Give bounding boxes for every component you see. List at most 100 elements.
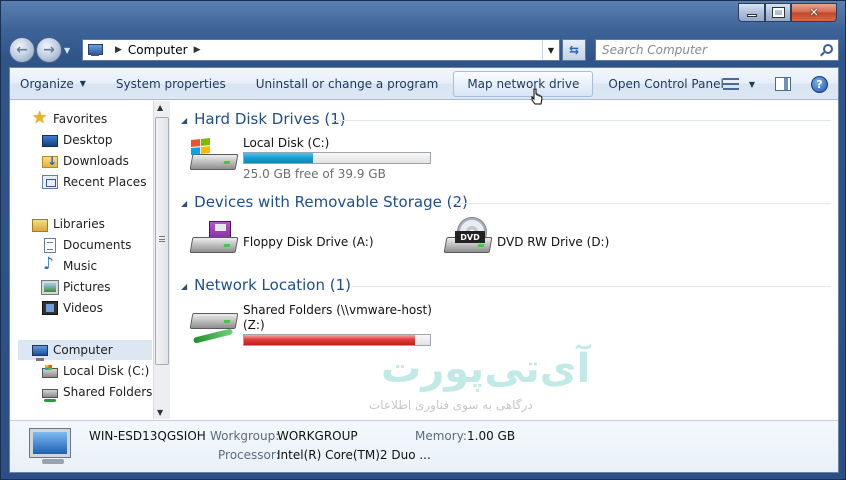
group-header-removable-storage[interactable]: ◢ Devices with Removable Storage (2) — [181, 192, 468, 212]
group-header-network-location[interactable]: ◢ Network Location (1) — [181, 275, 351, 295]
breadcrumb-chevron-icon[interactable]: ▶ — [194, 45, 201, 55]
sidebar-item-recent-places[interactable]: Recent Places — [42, 172, 146, 192]
close-button[interactable]: ✕ — [791, 3, 837, 22]
memory-label: Memory: — [415, 429, 467, 443]
recent-pages-dropdown[interactable]: ▼ — [64, 46, 70, 55]
downloads-folder-icon — [42, 154, 58, 168]
computer-icon — [32, 344, 48, 361]
breadcrumb-computer[interactable]: Computer — [128, 43, 188, 57]
system-properties-button[interactable]: System properties — [106, 71, 236, 97]
computer-icon — [29, 428, 74, 465]
details-pane: WIN-ESD13QGSIOH Workgroup: WORKGROUP Mem… — [10, 420, 838, 472]
navigation-pane: Favorites Desktop Downloads Recent Place… — [10, 101, 152, 419]
drive-dvd-d[interactable]: DVD DVD RW Drive (D:) — [443, 217, 683, 263]
sidebar-item-computer[interactable]: Computer — [18, 340, 152, 361]
sidebar-item-label: Music — [63, 259, 98, 273]
chevron-down-icon: ▼ — [79, 79, 86, 88]
sidebar-item-music[interactable]: Music — [42, 254, 98, 276]
drive-free-space: 25.0 GB free of 39.9 GB — [243, 167, 386, 181]
caption-buttons: ✕ — [738, 3, 837, 23]
mouse-pointer-icon — [531, 88, 543, 105]
sidebar-item-desktop[interactable]: Desktop — [42, 130, 113, 150]
drive-floppy-a[interactable]: Floppy Disk Drive (A:) — [189, 219, 429, 263]
sidebar-item-label: Documents — [63, 238, 132, 252]
close-icon: ✕ — [809, 6, 819, 19]
sidebar-item-downloads[interactable]: Downloads — [42, 151, 129, 171]
back-arrow-icon: ← — [16, 42, 28, 58]
group-divider — [451, 203, 831, 204]
group-divider — [351, 286, 831, 287]
hard-drive-icon — [189, 136, 239, 176]
organize-button[interactable]: Organize ▼ — [10, 71, 96, 97]
sidebar-item-shared-folders[interactable]: Shared Folders (\ — [42, 382, 152, 402]
drive-usage-fill — [244, 153, 314, 163]
group-header-hard-disk-drives[interactable]: ◢ Hard Disk Drives (1) — [181, 109, 346, 129]
sidebar-item-pictures[interactable]: Pictures — [41, 277, 111, 297]
content-frame: Organize ▼ System properties Uninstall o… — [9, 67, 839, 473]
collapse-triangle-icon: ◢ — [181, 115, 188, 125]
scrollbar-thumb[interactable] — [155, 117, 169, 365]
computer-name: WIN-ESD13QGSIOH — [89, 429, 206, 443]
dvd-drive-icon: DVD — [443, 217, 493, 259]
libraries-icon — [32, 218, 48, 232]
address-dropdown-button[interactable]: ▼ — [542, 40, 559, 60]
star-icon — [32, 108, 48, 128]
drive-usage-fill — [244, 335, 416, 345]
navigation-pane-scrollbar[interactable]: ▲ ▼ — [153, 101, 170, 419]
drive-name: DVD RW Drive (D:) — [497, 235, 610, 249]
open-control-panel-button[interactable]: Open Control Panel — [598, 71, 733, 97]
workgroup-label: Workgroup: — [210, 429, 280, 443]
group-title: Hard Disk Drives (1) — [194, 110, 346, 128]
maximize-button[interactable] — [765, 3, 791, 22]
minimize-button[interactable] — [738, 3, 765, 22]
network-cable-icon — [192, 328, 234, 344]
refresh-button[interactable]: ⇆ — [562, 39, 586, 61]
forward-button[interactable]: → — [36, 37, 62, 63]
map-network-drive-button[interactable]: Map network drive — [453, 70, 594, 97]
workgroup-value: WORKGROUP — [277, 429, 358, 443]
file-list: ◢ Hard Disk Drives (1) Local Disk (C:) 2… — [171, 101, 838, 419]
refresh-icon: ⇆ — [568, 43, 580, 57]
sidebar-item-libraries[interactable]: Libraries — [32, 214, 105, 234]
preview-pane-icon[interactable] — [775, 77, 791, 91]
sidebar-item-favorites[interactable]: Favorites — [32, 108, 108, 129]
command-bar: Organize ▼ System properties Uninstall o… — [10, 68, 838, 100]
sidebar-item-label: Desktop — [63, 133, 113, 147]
memory-value: 1.00 GB — [467, 429, 516, 443]
sidebar-item-local-disk[interactable]: Local Disk (C:) — [42, 361, 149, 381]
sidebar-item-videos[interactable]: Videos — [42, 298, 103, 318]
drive-shared-folders-z[interactable]: Shared Folders (\\vmware-host) (Z:) — [189, 303, 459, 353]
breadcrumb-chevron-icon[interactable]: ▶ — [115, 45, 122, 55]
uninstall-program-button[interactable]: Uninstall or change a program — [246, 71, 449, 97]
drive-name: Local Disk (C:) — [243, 136, 330, 150]
drive-local-disk-c[interactable]: Local Disk (C:) 25.0 GB free of 39.9 GB — [189, 136, 449, 181]
watermark-tagline: درگاهی به سوی فناوری اطلاعات — [369, 398, 533, 412]
sidebar-item-documents[interactable]: Documents — [42, 235, 131, 255]
drive-name: Shared Folders (\\vmware-host) — [243, 303, 432, 317]
desktop-icon — [42, 134, 58, 147]
change-view-icon[interactable] — [722, 78, 739, 90]
group-divider — [331, 120, 831, 121]
music-icon — [42, 254, 58, 274]
help-icon[interactable]: ? — [811, 75, 828, 93]
address-bar[interactable]: ▶ Computer ▶ ▼ — [82, 39, 560, 61]
drive-letter: (Z:) — [243, 318, 265, 332]
sidebar-item-label: Favorites — [53, 112, 108, 126]
search-icon[interactable] — [823, 44, 833, 54]
pictures-icon — [41, 279, 59, 295]
network-drive-icon — [42, 389, 58, 402]
sidebar-item-label: Libraries — [53, 217, 105, 231]
search-input[interactable]: Search Computer — [595, 39, 839, 61]
sidebar-item-label: Pictures — [63, 280, 111, 294]
scroll-up-icon[interactable]: ▲ — [157, 103, 163, 112]
scroll-down-icon[interactable]: ▼ — [157, 408, 163, 417]
view-options-dropdown[interactable]: ▼ — [749, 80, 755, 89]
drive-usage-bar — [243, 334, 431, 346]
watermark-logo: آی‌تی‌پورت درگاهی به سوی فناوری اطلاعات — [361, 346, 611, 416]
back-button[interactable]: ← — [9, 37, 35, 63]
collapse-triangle-icon: ◢ — [181, 198, 188, 208]
group-title: Network Location (1) — [194, 276, 352, 294]
computer-icon — [87, 43, 103, 57]
explorer-window: ✕ ← → ▼ ▶ Computer ▶ ▼ ⇆ Search Computer… — [0, 0, 846, 480]
documents-icon — [44, 237, 56, 253]
